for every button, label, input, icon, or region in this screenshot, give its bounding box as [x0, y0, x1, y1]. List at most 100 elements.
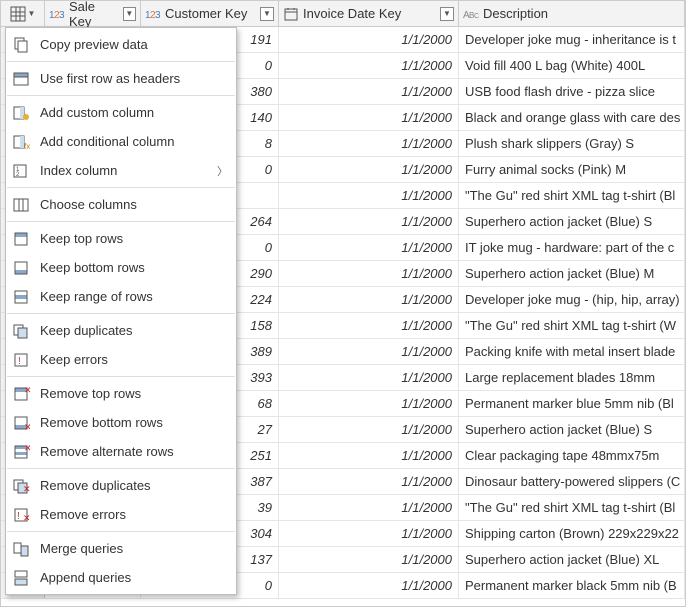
svg-text:✕: ✕ — [24, 385, 30, 395]
column-header-sale-key[interactable]: 123 Sale Key ▼ — [45, 1, 141, 26]
cell-invoice-date[interactable]: 1/1/2000 — [279, 105, 459, 130]
choose-columns-icon — [12, 196, 30, 214]
column-filter-button[interactable]: ▼ — [260, 7, 274, 21]
cell-description[interactable]: "The Gu" red shirt XML tag t-shirt (Bl — [459, 495, 685, 520]
svg-text:!: ! — [18, 356, 21, 367]
cell-invoice-date[interactable]: 1/1/2000 — [279, 339, 459, 364]
menu-keep-duplicates[interactable]: Keep duplicates — [6, 316, 236, 345]
cell-invoice-date[interactable]: 1/1/2000 — [279, 495, 459, 520]
keep-top-icon — [12, 230, 30, 248]
cell-description[interactable]: "The Gu" red shirt XML tag t-shirt (Bl — [459, 183, 685, 208]
cell-invoice-date[interactable]: 1/1/2000 — [279, 313, 459, 338]
cell-description[interactable]: Clear packaging tape 48mmx75m — [459, 443, 685, 468]
column-header-customer-key[interactable]: 123 Customer Key ▼ — [141, 1, 279, 26]
cell-description[interactable]: Large replacement blades 18mm — [459, 365, 685, 390]
append-icon — [12, 569, 30, 587]
cell-invoice-date[interactable]: 1/1/2000 — [279, 573, 459, 598]
cell-invoice-date[interactable]: 1/1/2000 — [279, 131, 459, 156]
chevron-down-icon: ▼ — [28, 9, 36, 18]
menu-append-queries[interactable]: Append queries — [6, 563, 236, 592]
cell-invoice-date[interactable]: 1/1/2000 — [279, 417, 459, 442]
cell-invoice-date[interactable]: 1/1/2000 — [279, 53, 459, 78]
column-filter-button[interactable]: ▼ — [440, 7, 454, 21]
add-column-icon — [12, 104, 30, 122]
cell-description[interactable]: Shipping carton (Brown) 229x229x22 — [459, 521, 685, 546]
column-filter-button[interactable]: ▼ — [123, 7, 136, 21]
menu-keep-errors[interactable]: ! Keep errors — [6, 345, 236, 374]
menu-remove-bottom-rows[interactable]: ✕ Remove bottom rows — [6, 408, 236, 437]
cell-invoice-date[interactable]: 1/1/2000 — [279, 235, 459, 260]
keep-errors-icon: ! — [12, 351, 30, 369]
cell-invoice-date[interactable]: 1/1/2000 — [279, 443, 459, 468]
cell-invoice-date[interactable]: 1/1/2000 — [279, 79, 459, 104]
cell-invoice-date[interactable]: 1/1/2000 — [279, 521, 459, 546]
menu-first-row-headers[interactable]: Use first row as headers — [6, 64, 236, 93]
menu-keep-range-rows[interactable]: Keep range of rows — [6, 282, 236, 311]
menu-separator — [7, 531, 235, 532]
svg-text:3: 3 — [59, 10, 65, 21]
menu-index-column[interactable]: 12 Index column 〉 — [6, 156, 236, 185]
table-context-menu: Copy preview data Use first row as heade… — [5, 27, 237, 595]
cell-description[interactable]: USB food flash drive - pizza slice — [459, 79, 685, 104]
menu-remove-duplicates[interactable]: ✕ Remove duplicates — [6, 471, 236, 500]
menu-remove-errors[interactable]: !✕ Remove errors — [6, 500, 236, 529]
menu-separator — [7, 221, 235, 222]
cell-invoice-date[interactable]: 1/1/2000 — [279, 157, 459, 182]
cell-description[interactable]: "The Gu" red shirt XML tag t-shirt (W — [459, 313, 685, 338]
cell-description[interactable]: Superhero action jacket (Blue) M — [459, 261, 685, 286]
svg-text:✕: ✕ — [23, 513, 30, 523]
cell-invoice-date[interactable]: 1/1/2000 — [279, 391, 459, 416]
menu-separator — [7, 313, 235, 314]
cell-description[interactable]: Black and orange glass with care des — [459, 105, 685, 130]
cell-invoice-date[interactable]: 1/1/2000 — [279, 183, 459, 208]
cell-invoice-date[interactable]: 1/1/2000 — [279, 27, 459, 52]
menu-choose-columns[interactable]: Choose columns — [6, 190, 236, 219]
menu-keep-bottom-rows[interactable]: Keep bottom rows — [6, 253, 236, 282]
keep-range-icon — [12, 288, 30, 306]
menu-add-custom-column[interactable]: Add custom column — [6, 98, 236, 127]
copy-icon — [12, 36, 30, 54]
text-type-icon: ABC — [463, 6, 479, 22]
keep-duplicates-icon — [12, 322, 30, 340]
menu-remove-alternate-rows[interactable]: ✕ Remove alternate rows — [6, 437, 236, 466]
svg-text:✕: ✕ — [24, 422, 30, 432]
column-header-label: Invoice Date Key — [303, 6, 401, 21]
menu-copy-preview[interactable]: Copy preview data — [6, 30, 236, 59]
date-type-icon — [283, 6, 299, 22]
cell-description[interactable]: Permanent marker blue 5mm nib (Bl — [459, 391, 685, 416]
column-header-invoice-date[interactable]: Invoice Date Key ▼ — [279, 1, 459, 26]
cell-description[interactable]: Developer joke mug - (hip, hip, array) — [459, 287, 685, 312]
cell-description[interactable]: IT joke mug - hardware: part of the c — [459, 235, 685, 260]
cell-invoice-date[interactable]: 1/1/2000 — [279, 209, 459, 234]
cell-description[interactable]: Packing knife with metal insert blade — [459, 339, 685, 364]
svg-text:3: 3 — [155, 10, 161, 21]
cell-description[interactable]: Plush shark slippers (Gray) S — [459, 131, 685, 156]
menu-add-conditional-column[interactable]: fx Add conditional column — [6, 127, 236, 156]
menu-separator — [7, 187, 235, 188]
column-header-label: Sale Key — [69, 0, 119, 29]
menu-merge-queries[interactable]: Merge queries — [6, 534, 236, 563]
cell-description[interactable]: Void fill 400 L bag (White) 400L — [459, 53, 685, 78]
cell-description[interactable]: Permanent marker black 5mm nib (B — [459, 573, 685, 598]
cell-description[interactable]: Furry animal socks (Pink) M — [459, 157, 685, 182]
svg-text:fx: fx — [24, 142, 30, 151]
cell-invoice-date[interactable]: 1/1/2000 — [279, 365, 459, 390]
cell-description[interactable]: Dinosaur battery-powered slippers (C — [459, 469, 685, 494]
merge-icon — [12, 540, 30, 558]
cell-description[interactable]: Superhero action jacket (Blue) XL — [459, 547, 685, 572]
menu-keep-top-rows[interactable]: Keep top rows — [6, 224, 236, 253]
column-header-description[interactable]: ABC Description — [459, 1, 685, 26]
cell-description[interactable]: Superhero action jacket (Blue) S — [459, 417, 685, 442]
cell-description[interactable]: Superhero action jacket (Blue) S — [459, 209, 685, 234]
column-header-label: Customer Key — [165, 6, 247, 21]
headers-icon — [12, 70, 30, 88]
cell-description[interactable]: Developer joke mug - inheritance is t — [459, 27, 685, 52]
menu-remove-top-rows[interactable]: ✕ Remove top rows — [6, 379, 236, 408]
cell-invoice-date[interactable]: 1/1/2000 — [279, 469, 459, 494]
conditional-column-icon: fx — [12, 133, 30, 151]
cell-invoice-date[interactable]: 1/1/2000 — [279, 287, 459, 312]
cell-invoice-date[interactable]: 1/1/2000 — [279, 261, 459, 286]
cell-invoice-date[interactable]: 1/1/2000 — [279, 547, 459, 572]
table-corner-button[interactable]: ▼ — [1, 1, 45, 26]
remove-duplicates-icon: ✕ — [12, 477, 30, 495]
